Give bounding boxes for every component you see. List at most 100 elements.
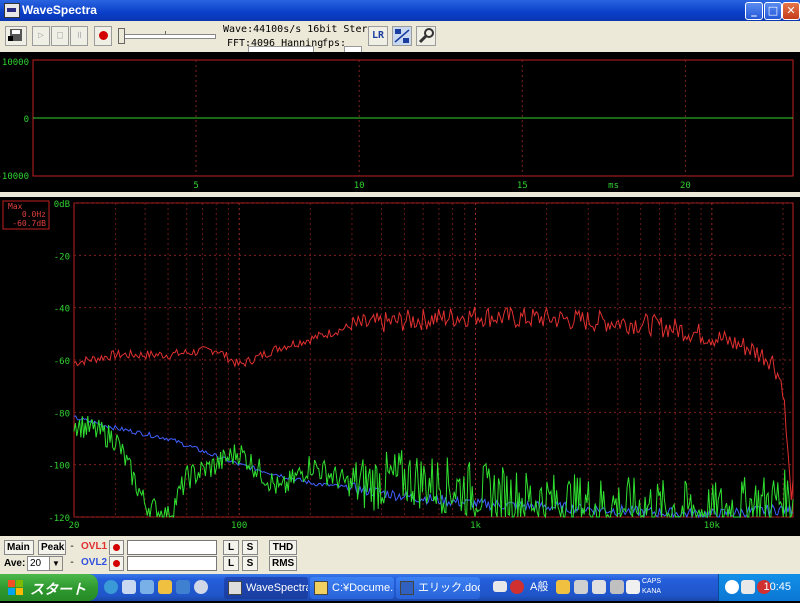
window-title: WaveSpectra [22,3,97,17]
spectrum-y-tick-label: -80 [54,409,70,419]
rms-button[interactable]: RMS [269,556,297,571]
start-button[interactable]: スタート [0,574,98,601]
taskbar-clock: 10:45 [763,581,791,593]
task-label: エリック.doc -... [418,582,480,594]
ovl1-record-button[interactable] [109,540,124,555]
spectrum-x-tick-label: 10k [704,521,721,531]
ime-dictionary-icon[interactable] [556,580,570,594]
spectrum-y-tick-label: -100 [48,462,70,472]
maximize-button[interactable]: □ [764,2,782,20]
s-button-1[interactable]: S [242,540,258,555]
waveform-x-tick-label: 10 [354,181,365,191]
spectrum-x-tick-label: 1k [470,521,481,531]
hz-db-button[interactable] [392,26,412,46]
record-icon [113,560,120,567]
task-word-document[interactable]: エリック.doc -... [396,577,480,599]
network-icon[interactable] [194,580,208,594]
position-slider[interactable] [118,34,216,39]
max-readout-level: -60.7dB [12,219,46,228]
windows-flag-icon [8,580,23,595]
ave-select[interactable]: 20 ▼ [27,556,63,571]
task-label: WaveSpectra [246,582,308,594]
main-display-button[interactable]: Main [4,540,34,555]
folder-icon [314,581,328,595]
lr-channel-button[interactable]: LR [368,26,388,46]
minimize-button[interactable]: _ [745,2,763,20]
ie-icon[interactable] [104,580,118,594]
ime-tool-icon[interactable] [574,580,588,594]
stop-button[interactable]: □ [51,26,69,46]
disk-icon [8,29,22,41]
tray-volume-icon[interactable] [741,580,755,594]
keyboard-icon[interactable] [493,581,507,592]
waveform-panel: 5 10 15 20 ms 10000 0 -10000 [0,52,800,192]
waveform-chart: 5 10 15 20 ms 10000 0 -10000 [0,58,794,191]
ime-mode[interactable]: A般 [530,579,548,595]
fft-setting-value: 4096 Hanning [251,38,324,49]
settings-button[interactable] [416,26,436,46]
ave-label: Ave: [4,558,26,569]
help-icon[interactable] [626,580,640,594]
spectrum-panel: 0dB -20 -40 -60 -80 -100 -120 20 100 1k 10k Max 0.0H… [0,197,800,536]
record-icon [113,544,120,551]
waveform-y-tick-label: 0 [24,115,29,125]
open-file-button[interactable] [5,26,27,46]
waveform-y-tick-label: -10000 [0,172,29,182]
chevron-down-icon[interactable]: ▼ [49,557,62,570]
ave-value: 20 [30,558,42,569]
play-button[interactable]: ▷ [32,26,50,46]
folder-icon[interactable] [158,580,172,594]
max-readout-title: Max [8,202,23,211]
task-wavespectra[interactable]: WaveSpectra [224,577,308,599]
ime-icon[interactable] [510,580,524,594]
peak-mode-button[interactable]: Peak [38,540,66,555]
spectrum-y-tick-label: -20 [54,252,70,262]
pause-icon: ॥ [76,30,82,41]
close-button[interactable]: ✕ [782,2,800,20]
ovl2-field [127,556,217,571]
waveform-y-tick-label: 10000 [2,58,29,68]
task-explorer[interactable]: C:¥Docume... [310,577,394,599]
window-titlebar[interactable]: WaveSpectra _ □ ✕ [0,0,800,21]
l-button-2[interactable]: L [223,556,239,571]
hz-db-icon [394,29,410,43]
toolbar: ▷ □ ॥ Wave:44100s/s 16bit Stereo FFT: 40… [0,21,800,58]
waveform-x-tick-label: 5 [193,181,198,191]
system-tray: 10:45 [718,574,800,601]
position-slider-thumb[interactable] [118,28,125,44]
play-icon: ▷ [37,30,45,41]
task-label: C:¥Docume... [332,582,394,594]
thd-button[interactable]: THD [269,540,297,555]
spectrum-x-tick-label: 20 [69,521,80,531]
ovl2-indicator: OVL2 [81,557,108,568]
spectrum-series-blue-line [73,415,794,519]
tray-arrow-icon[interactable] [725,580,739,594]
waveform-x-tick-label: 15 [517,181,528,191]
pause-button[interactable]: ॥ [70,26,88,46]
wrench-icon [418,28,434,44]
outlook-icon[interactable] [122,580,136,594]
wave-format-info: Wave:44100s/s 16bit Stereo [223,24,380,35]
start-label: スタート [30,581,86,597]
stop-icon: □ [56,30,64,41]
dash-separator: - [69,557,76,568]
l-button-1[interactable]: L [223,540,239,555]
word-icon [400,581,414,595]
media-icon[interactable] [176,580,190,594]
waveform-x-unit: ms [608,181,619,191]
ime-pen-icon[interactable] [592,580,606,594]
record-button[interactable] [94,26,112,46]
ovl1-field [127,540,217,555]
spectrum-series-green-line [73,415,794,519]
ovl2-record-button[interactable] [109,556,124,571]
ime-pad-icon[interactable] [610,580,624,594]
app-icon[interactable] [4,3,20,18]
s-button-2[interactable]: S [242,556,258,571]
slider-tick [165,31,166,34]
wavespectra-icon [228,581,242,595]
spectrum-y-tick-label: -40 [54,305,70,315]
spectrum-series-red-line [73,306,794,501]
desktop-icon[interactable] [140,580,154,594]
spectrum-y-tick-label: -120 [48,514,70,524]
waveform-x-tick-label: 20 [680,181,691,191]
